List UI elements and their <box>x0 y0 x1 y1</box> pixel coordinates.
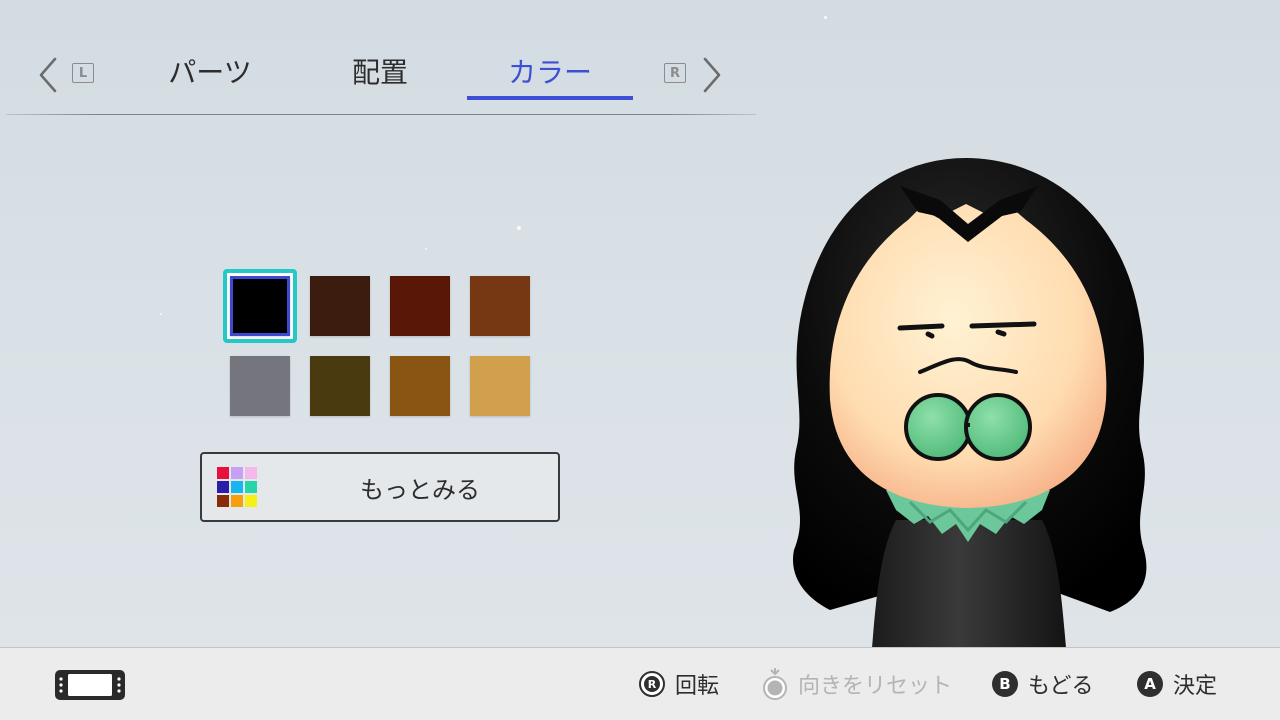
hint-back-label: もどる <box>1028 674 1094 699</box>
selection-inner-border <box>230 276 290 336</box>
handheld-console-icon <box>55 670 125 700</box>
tab-parts[interactable]: パーツ <box>140 40 280 102</box>
hint-rotate[interactable]: R 回転 <box>639 668 719 700</box>
hint-reset-orientation: 向きをリセット <box>762 668 952 700</box>
r-button-icon: R <box>664 63 686 83</box>
color-palette-icon <box>217 467 259 509</box>
color-swatch-dark-brown[interactable] <box>310 276 370 336</box>
color-swatch-tan[interactable] <box>470 356 530 416</box>
color-swatch-brown[interactable] <box>470 276 530 336</box>
mii-avatar-preview[interactable] <box>780 150 1160 648</box>
color-swatch-olive[interactable] <box>310 356 370 416</box>
chevron-right-icon[interactable] <box>702 57 722 93</box>
color-swatch-maroon[interactable] <box>390 276 450 336</box>
tab-bar: L パーツ 配置 カラー R <box>0 40 760 116</box>
chevron-left-icon[interactable] <box>38 57 58 93</box>
hint-rotate-label: 回転 <box>675 674 720 699</box>
more-colors-label: もっとみる <box>360 475 480 504</box>
tab-placement[interactable]: 配置 <box>310 40 450 102</box>
footer-hints-bar: R 回転 向きをリセット B もどる A 決定 <box>0 647 1280 720</box>
sparkle <box>517 226 521 230</box>
b-button-icon: B <box>992 671 1018 697</box>
sparkle <box>425 248 427 250</box>
tab-color[interactable]: カラー <box>467 40 633 102</box>
l-button-icon: L <box>72 63 94 83</box>
r-stick-icon: R <box>639 671 665 697</box>
color-swatch-amber[interactable] <box>390 356 450 416</box>
color-swatch-gray[interactable] <box>230 356 290 416</box>
hint-back[interactable]: B もどる <box>992 668 1094 700</box>
sparkle <box>160 313 162 315</box>
more-colors-button[interactable]: もっとみる <box>200 452 560 522</box>
hint-confirm-label: 決定 <box>1173 674 1218 699</box>
active-tab-underline <box>467 96 633 100</box>
sparkle <box>824 16 827 19</box>
hint-reset-label: 向きをリセット <box>798 674 953 699</box>
r-stick-press-icon <box>763 668 787 700</box>
tab-divider <box>6 114 756 115</box>
a-button-icon: A <box>1137 671 1163 697</box>
hint-confirm[interactable]: A 決定 <box>1137 668 1217 700</box>
